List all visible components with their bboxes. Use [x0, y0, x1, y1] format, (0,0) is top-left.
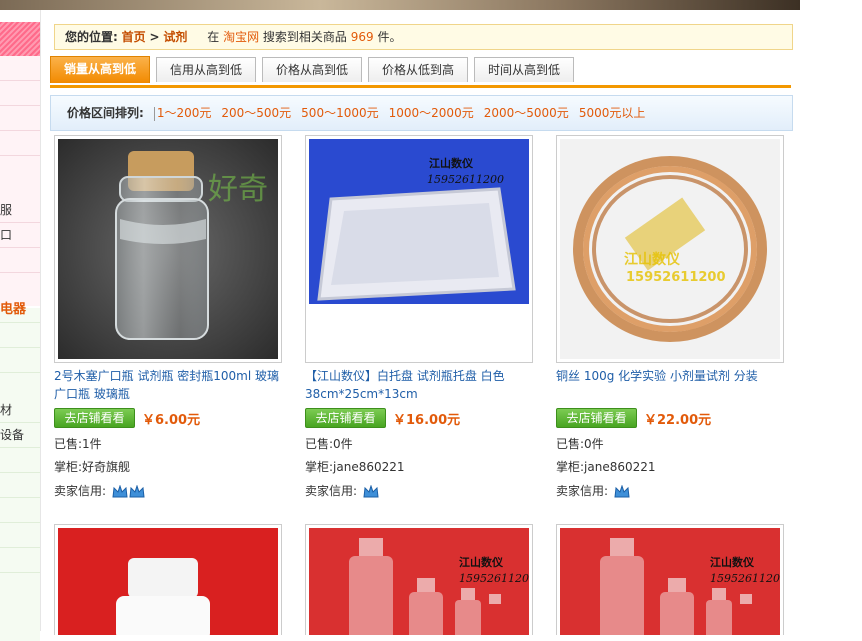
glass-jar-icon: 好奇: [58, 139, 278, 359]
seller-credit: 卖家信用:: [305, 482, 380, 499]
price-range-link[interactable]: 1000～2000元: [389, 106, 474, 120]
seller-credit: 卖家信用:: [54, 482, 146, 499]
product-price: ￥22.00元: [644, 413, 712, 428]
price-range-link[interactable]: 1～200元: [157, 106, 212, 120]
visit-shop-button[interactable]: 去店铺看看: [305, 408, 386, 428]
tab-sales-desc[interactable]: 销量从高到低: [50, 56, 150, 83]
sold-count: 已售:0件: [305, 437, 353, 451]
category-item[interactable]: [0, 523, 40, 548]
info-suffix: 件。: [377, 30, 402, 44]
svg-text:江山数仪: 江山数仪: [459, 555, 504, 569]
category-item[interactable]: [0, 248, 40, 273]
product-image-link[interactable]: 江山数仪 15952611200: [305, 135, 533, 363]
seller-name-link[interactable]: jane860221: [333, 460, 404, 474]
breadcrumb-current-link[interactable]: 试剂: [163, 30, 187, 44]
left-category-nav: 服 口 电器 材 设备: [0, 10, 41, 641]
product-image-link[interactable]: [54, 524, 282, 635]
category-header-stripe: [0, 22, 40, 56]
seller-info: 掌柜:好奇旗舰: [54, 460, 131, 474]
svg-text:江山数仪: 江山数仪: [710, 555, 755, 569]
breadcrumb-label: 您的位置:: [65, 30, 118, 44]
svg-text:江山数仪: 江山数仪: [429, 156, 474, 170]
product-title-link[interactable]: 2号木塞广口瓶 试剂瓶 密封瓶100ml 玻璃广口瓶 玻璃瓶: [54, 367, 286, 403]
product-title-link[interactable]: 铜丝 100g 化学实验 小剂量试剂 分装: [556, 367, 788, 385]
breadcrumb: 您的位置: 首页 > 试剂 在 淘宝网 搜索到相关商品 969 件。: [54, 24, 793, 50]
search-result-info: 在 淘宝网 搜索到相关商品 969 件。: [207, 30, 401, 44]
seller-info: 掌柜:jane860221: [556, 460, 656, 474]
tab-price-asc[interactable]: 价格从低到高: [368, 57, 468, 82]
category-item[interactable]: [0, 56, 40, 81]
category-item[interactable]: 材: [0, 398, 40, 423]
price-range-link[interactable]: 5000元以上: [579, 106, 646, 120]
seller-info: 掌柜:jane860221: [305, 460, 405, 474]
svg-text:15952611200: 15952611200: [427, 173, 504, 186]
crown-credit-icon: [614, 484, 630, 497]
price-range-filter: 价格区间排列: 1～200元 200～500元 500～1000元 1000～2000元…: [50, 95, 793, 131]
product-price: ￥6.00元: [142, 413, 201, 428]
tab-price-desc[interactable]: 价格从高到低: [262, 57, 362, 82]
category-item[interactable]: 口: [0, 223, 40, 248]
divider: [153, 106, 155, 121]
glass-bottles-icon: 江山数仪 15952611200: [560, 528, 780, 635]
info-mid: 搜索到相关商品: [262, 30, 347, 44]
category-item[interactable]: [0, 548, 40, 573]
tab-time-desc[interactable]: 时间从高到低: [474, 57, 574, 82]
plastic-tray-icon: 江山数仪 15952611200: [309, 139, 529, 359]
product-price: ￥16.00元: [393, 413, 461, 428]
category-item[interactable]: [0, 81, 40, 106]
reagent-bottle-icon: [58, 528, 278, 635]
svg-text:好奇: 好奇: [208, 172, 268, 207]
product-title-link[interactable]: 【江山数仪】白托盘 试剂瓶托盘 白色 38cm*25cm*13cm: [305, 367, 537, 403]
copper-wire-icon: 江山数仪 15952611200: [560, 139, 780, 359]
price-range-link[interactable]: 500～1000元: [301, 106, 378, 120]
category-item[interactable]: [0, 323, 40, 348]
breadcrumb-home-link[interactable]: 首页: [122, 30, 146, 44]
price-range-link[interactable]: 2000～5000元: [484, 106, 569, 120]
crown-credit-icon: [112, 484, 145, 497]
category-item[interactable]: [0, 473, 40, 498]
product-image-link[interactable]: 江山数仪 15952611200: [556, 135, 784, 363]
glass-bottles-icon: 江山数仪 15952611200: [309, 528, 529, 635]
category-item[interactable]: 服: [0, 198, 40, 223]
svg-text:15952611200: 15952611200: [459, 572, 529, 585]
price-range-link[interactable]: 200～500元: [221, 106, 291, 120]
sort-tabs: 销量从高到低 信用从高到低 价格从高到低 价格从低到高 时间从高到低: [50, 56, 791, 88]
svg-text:15952611200: 15952611200: [626, 270, 726, 285]
breadcrumb-separator: >: [149, 30, 160, 44]
svg-text:江山数仪: 江山数仪: [624, 251, 681, 268]
svg-text:15952611200: 15952611200: [710, 572, 780, 585]
price-range-label: 价格区间排列:: [67, 106, 144, 120]
category-item[interactable]: [0, 131, 40, 156]
category-item[interactable]: [0, 448, 40, 473]
tab-credit-desc[interactable]: 信用从高到低: [156, 57, 256, 82]
product-image-link[interactable]: 江山数仪 15952611200: [305, 524, 533, 635]
sold-count: 已售:0件: [556, 437, 604, 451]
category-item[interactable]: [0, 348, 40, 373]
crown-credit-icon: [363, 484, 379, 497]
product-image-link[interactable]: 江山数仪 15952611200: [556, 524, 784, 635]
seller-name-link[interactable]: 好奇旗舰: [82, 460, 130, 474]
category-item[interactable]: [0, 498, 40, 523]
result-count: 969: [350, 30, 374, 44]
category-item[interactable]: 设备: [0, 423, 40, 448]
category-heading[interactable]: 电器: [0, 298, 40, 323]
top-banner-image: [0, 0, 800, 10]
product-image-link[interactable]: 好奇: [54, 135, 282, 363]
visit-shop-button[interactable]: 去店铺看看: [556, 408, 637, 428]
category-item[interactable]: [0, 106, 40, 131]
seller-name-link[interactable]: jane860221: [584, 460, 655, 474]
site-name-link[interactable]: 淘宝网: [223, 30, 259, 44]
info-prefix: 在: [207, 30, 220, 44]
sold-count: 已售:1件: [54, 437, 102, 451]
seller-credit: 卖家信用:: [556, 482, 631, 499]
visit-shop-button[interactable]: 去店铺看看: [54, 408, 135, 428]
